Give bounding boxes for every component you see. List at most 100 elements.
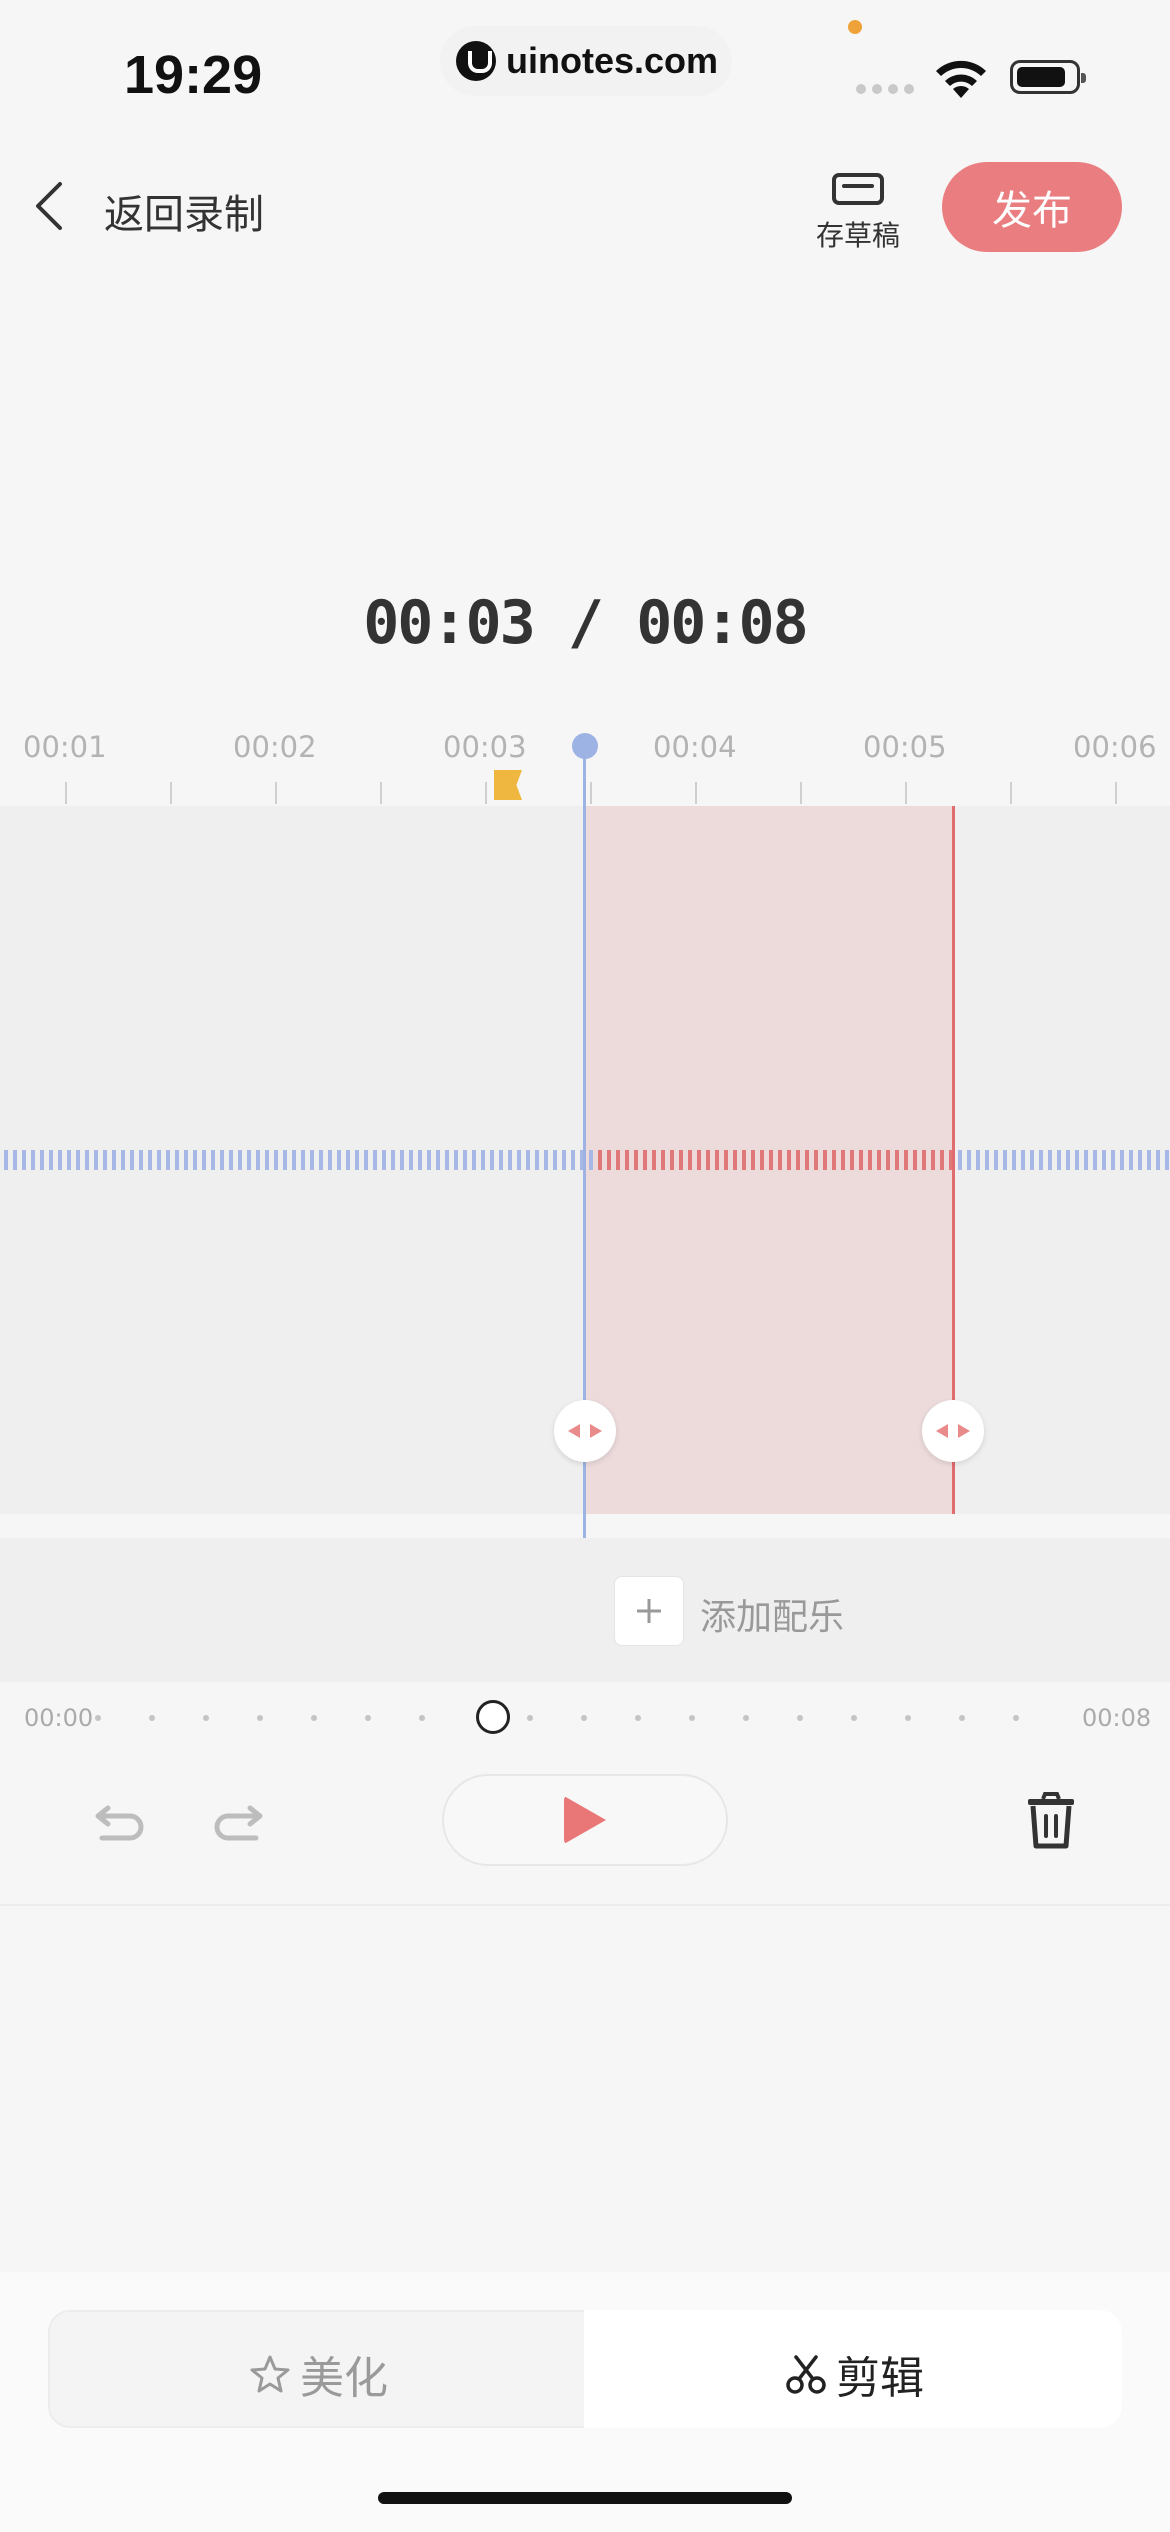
- privacy-indicator-dot: [848, 20, 862, 34]
- save-draft-button[interactable]: 存草稿: [808, 172, 908, 252]
- selection-end-handle[interactable]: [922, 1400, 984, 1462]
- waveform-bar: [346, 1150, 350, 1170]
- back-button-label[interactable]: 返回录制: [104, 182, 264, 240]
- waveform-bar: [499, 1150, 503, 1170]
- waveform-bar: [733, 1150, 737, 1170]
- waveform-bar: [31, 1150, 35, 1170]
- waveform-bar: [634, 1150, 638, 1170]
- progress-dot: [581, 1715, 587, 1721]
- waveform-bar: [598, 1150, 602, 1170]
- publish-button[interactable]: 发布: [942, 162, 1122, 252]
- tab-edit[interactable]: 剪辑: [784, 2342, 924, 2406]
- ruler-tick: [1115, 782, 1117, 804]
- waveform-bar: [1084, 1150, 1088, 1170]
- waveform-bar: [697, 1150, 701, 1170]
- waveform-bar: [139, 1150, 143, 1170]
- chevron-left-icon[interactable]: [30, 178, 70, 234]
- url-pill[interactable]: uinotes.com: [440, 26, 732, 96]
- ruler-tick: [65, 782, 67, 804]
- waveform-bar: [589, 1150, 593, 1170]
- wifi-icon: [936, 60, 986, 98]
- waveform-bar: [94, 1150, 98, 1170]
- waveform-bar: [301, 1150, 305, 1170]
- waveform-bar: [103, 1150, 107, 1170]
- ruler-tick: [485, 782, 487, 804]
- playhead-dot[interactable]: [572, 733, 598, 759]
- add-music-label[interactable]: 添加配乐: [700, 1588, 844, 1640]
- waveform-bar: [157, 1150, 161, 1170]
- waveform-bar: [58, 1150, 62, 1170]
- waveform-bar: [508, 1150, 512, 1170]
- waveform-bar: [220, 1150, 224, 1170]
- waveform-bar: [22, 1150, 26, 1170]
- progress-dot: [851, 1715, 857, 1721]
- drag-arrows-icon: [568, 1424, 602, 1438]
- waveform-bar: [1102, 1150, 1106, 1170]
- waveform-bar: [472, 1150, 476, 1170]
- waveform-bar: [67, 1150, 71, 1170]
- progress-dot: [527, 1715, 533, 1721]
- trash-icon[interactable]: [1020, 1790, 1082, 1852]
- cellular-signal-icon: [856, 84, 914, 94]
- waveform-bar: [265, 1150, 269, 1170]
- waveform-bar: [850, 1150, 854, 1170]
- waveform-bar: [1093, 1150, 1097, 1170]
- play-button[interactable]: [442, 1774, 728, 1866]
- plus-icon: [637, 1599, 661, 1623]
- waveform-bar: [517, 1150, 521, 1170]
- waveform-bar: [229, 1150, 233, 1170]
- waveform-bar: [607, 1150, 611, 1170]
- waveform-bar: [256, 1150, 260, 1170]
- site-logo-icon: [456, 41, 496, 81]
- divider: [0, 1904, 1170, 1906]
- waveform-bar: [166, 1150, 170, 1170]
- waveform-bar: [769, 1150, 773, 1170]
- waveform-bar: [355, 1150, 359, 1170]
- ruler-label: 00:01: [23, 730, 107, 764]
- waveform-bar: [49, 1150, 53, 1170]
- waveform-bar: [958, 1150, 962, 1170]
- waveform-bar: [895, 1150, 899, 1170]
- waveform-bar: [535, 1150, 539, 1170]
- waveform-bar: [238, 1150, 242, 1170]
- waveform-bar: [679, 1150, 683, 1170]
- selection-start-handle[interactable]: [554, 1400, 616, 1462]
- tab-beauty-label: 美化: [300, 2353, 388, 2404]
- waveform-bar: [625, 1150, 629, 1170]
- waveform-bar: [526, 1150, 530, 1170]
- play-icon: [564, 1796, 606, 1844]
- waveform-bar: [967, 1150, 971, 1170]
- waveform-bar: [1030, 1150, 1034, 1170]
- ruler-label: 00:02: [233, 730, 317, 764]
- current-time: 00:03: [363, 588, 536, 658]
- waveform-bar: [85, 1150, 89, 1170]
- tab-beauty[interactable]: 美化: [248, 2342, 388, 2406]
- playhead-line[interactable]: [583, 744, 586, 1660]
- waveform-bar: [409, 1150, 413, 1170]
- star-sparkle-icon: [250, 2355, 290, 2393]
- progress-knob[interactable]: [476, 1700, 510, 1734]
- waveform-bar: [184, 1150, 188, 1170]
- progress-dot: [95, 1715, 101, 1721]
- redo-icon[interactable]: [208, 1790, 268, 1850]
- undo-icon[interactable]: [90, 1790, 150, 1850]
- battery-icon: [1010, 60, 1086, 94]
- waveform-bar: [1147, 1150, 1151, 1170]
- ruler-tick: [170, 782, 172, 804]
- progress-dot: [689, 1715, 695, 1721]
- waveform-bar: [715, 1150, 719, 1170]
- waveform-bar: [121, 1150, 125, 1170]
- ruler-tick: [695, 782, 697, 804]
- waveform-bar: [454, 1150, 458, 1170]
- progress-dot: [1013, 1715, 1019, 1721]
- ruler-label: 00:05: [863, 730, 947, 764]
- waveform-bar: [805, 1150, 809, 1170]
- save-draft-label: 存草稿: [815, 219, 900, 252]
- add-music-button[interactable]: [614, 1576, 684, 1646]
- ruler-tick: [905, 782, 907, 804]
- waveform-bar: [1039, 1150, 1043, 1170]
- waveform-bar: [193, 1150, 197, 1170]
- waveform-bar: [148, 1150, 152, 1170]
- draft-icon: [832, 173, 884, 205]
- progress-dot: [203, 1715, 209, 1721]
